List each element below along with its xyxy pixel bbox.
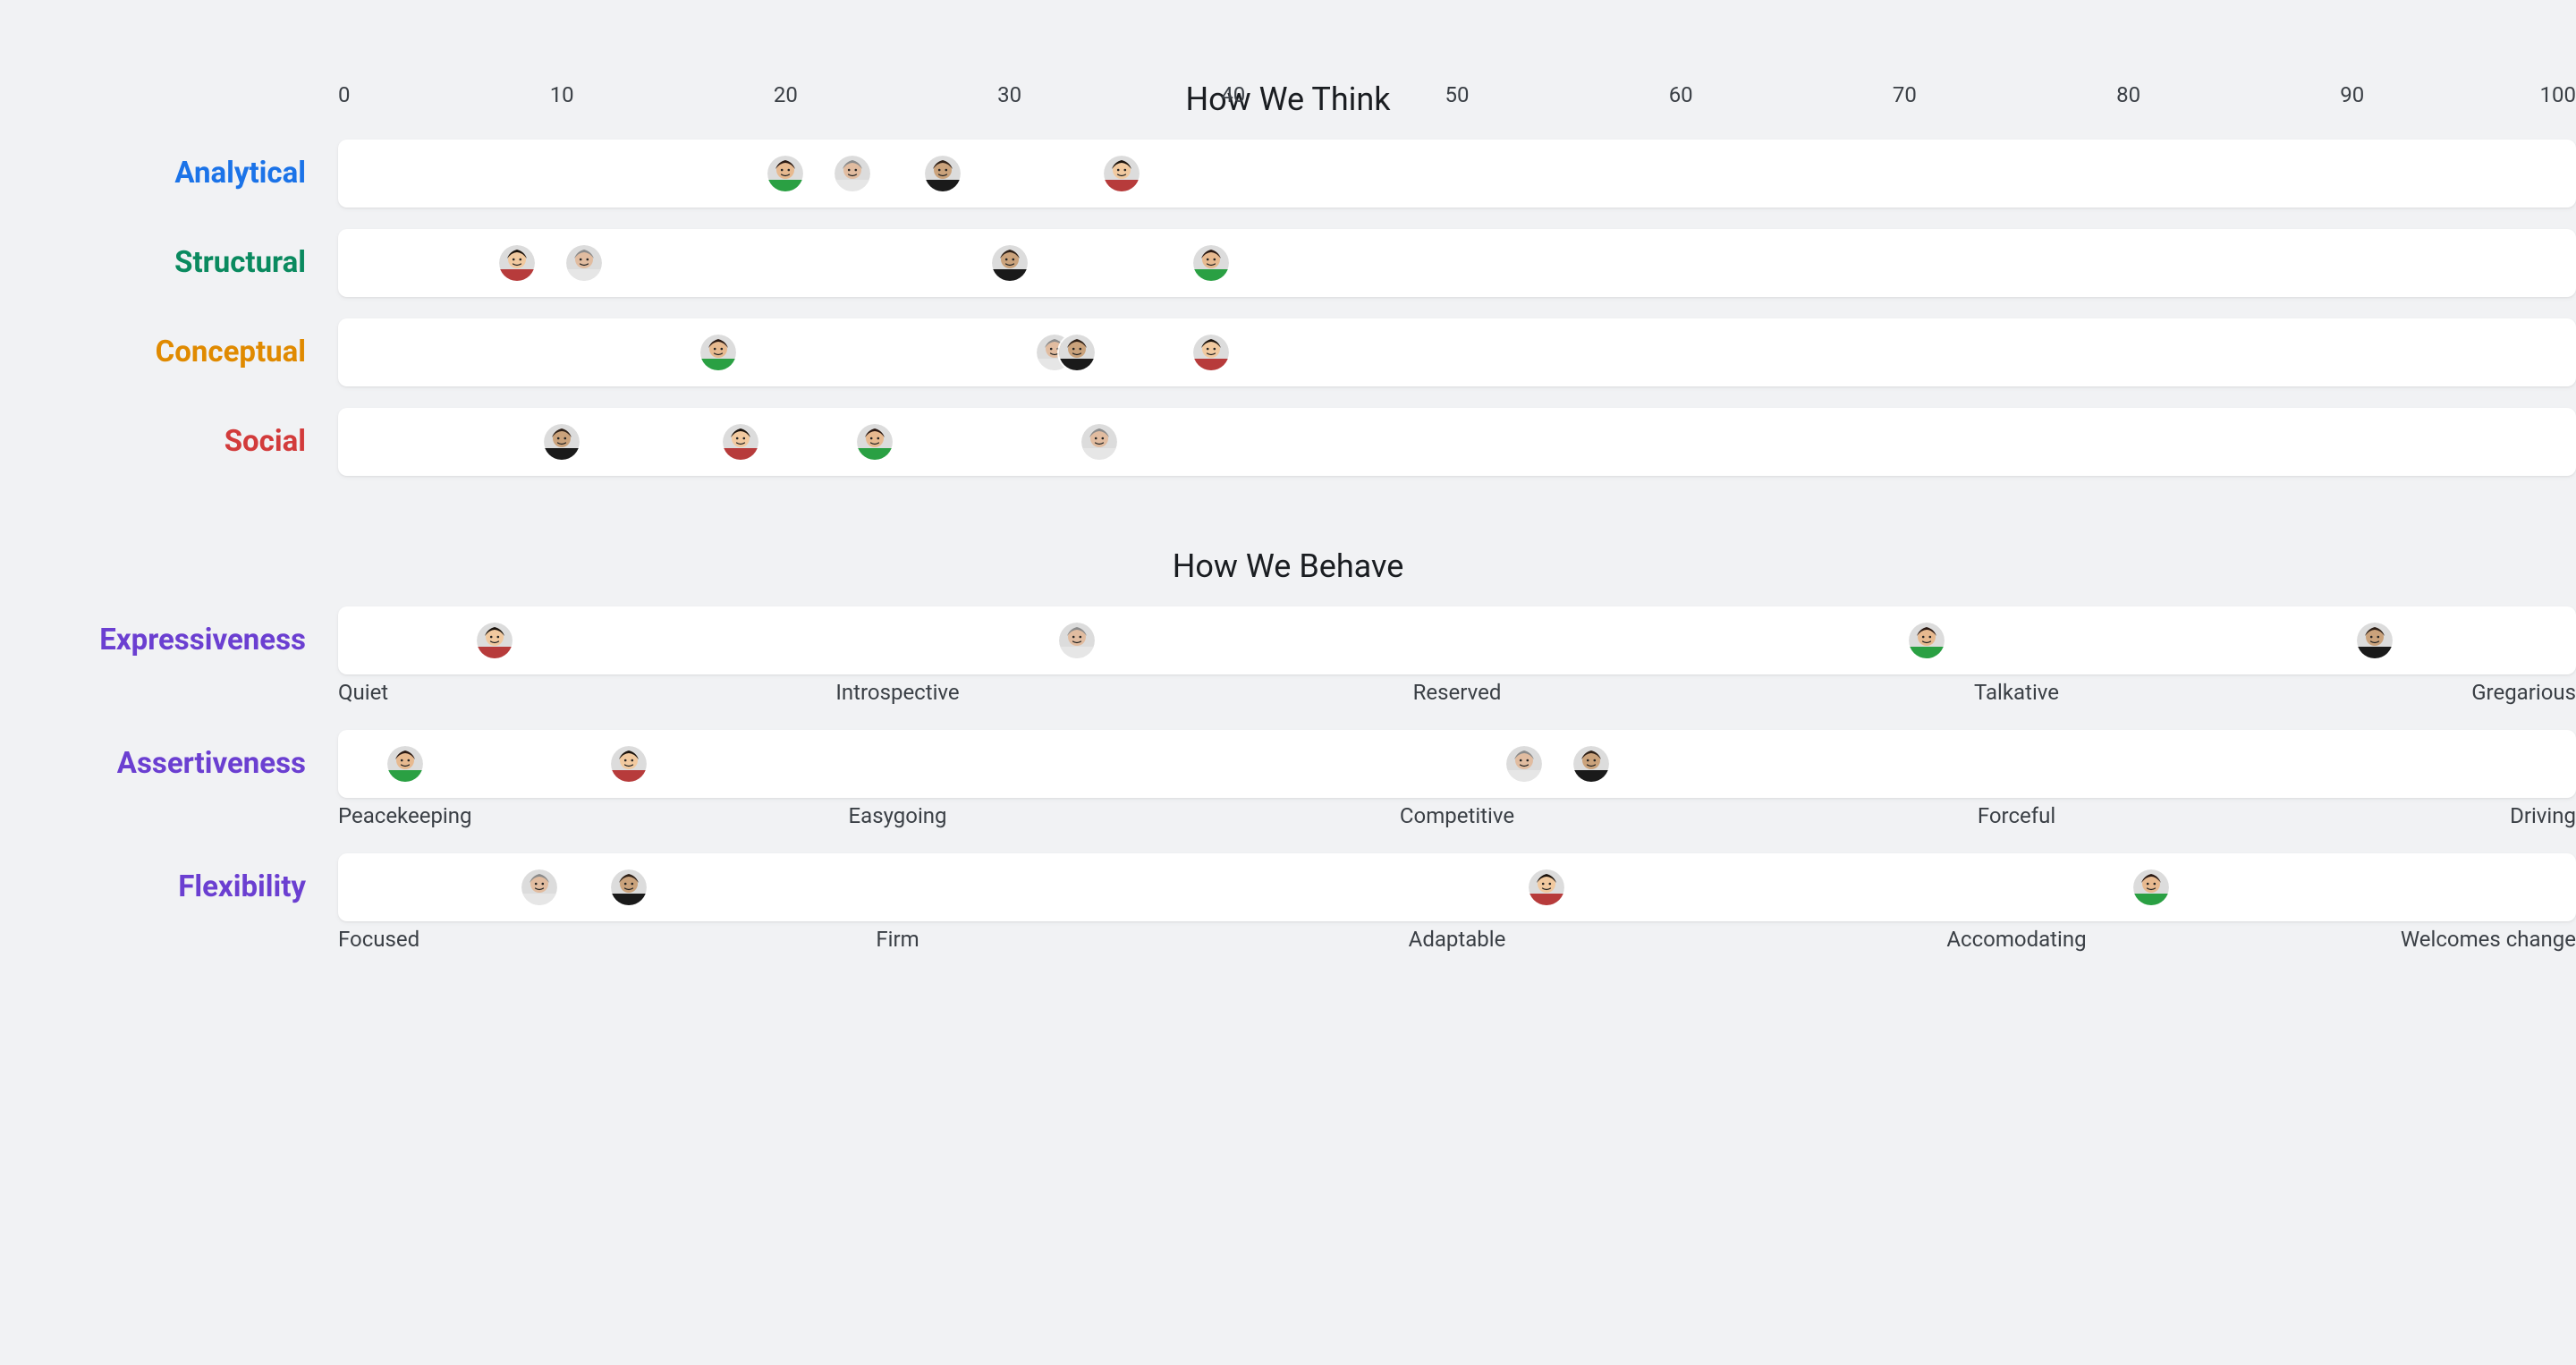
dimension-lane xyxy=(338,606,2576,674)
dimension-row: Structural xyxy=(0,229,2576,297)
dimension-lane xyxy=(338,730,2576,798)
anchor-label: Gregarious xyxy=(2471,680,2576,705)
avatar[interactable] xyxy=(992,245,1028,281)
anchor-label: Reserved xyxy=(1413,680,1502,705)
axis-tick: 50 xyxy=(1445,82,1470,107)
axis-tick: 90 xyxy=(2340,82,2364,107)
avatar[interactable] xyxy=(611,746,647,782)
anchor-label: Welcomes change xyxy=(2401,927,2576,952)
dimension-row: Assertiveness PeacekeepingEasygoingCo xyxy=(0,730,2576,832)
anchor-label: Talkative xyxy=(1974,680,2059,705)
anchor-label: Introspective xyxy=(835,680,959,705)
avatar[interactable] xyxy=(477,623,513,658)
axis-tick: 40 xyxy=(1221,82,1245,107)
avatar[interactable] xyxy=(1909,623,1945,658)
avatar[interactable] xyxy=(1193,245,1229,281)
avatar[interactable] xyxy=(1573,746,1609,782)
anchor-label: Quiet xyxy=(338,680,388,705)
axis-tick: 70 xyxy=(1893,82,1917,107)
avatar[interactable] xyxy=(499,245,535,281)
avatar[interactable] xyxy=(857,424,893,460)
dimension-label: Expressiveness xyxy=(0,606,338,674)
dimension-lane xyxy=(338,408,2576,476)
axis-tick: 20 xyxy=(774,82,798,107)
dimension-label: Structural xyxy=(0,229,338,297)
axis-tick: 100 xyxy=(2540,82,2576,107)
dimension-lane xyxy=(338,318,2576,386)
dimension-row: Analytical xyxy=(0,140,2576,208)
avatar[interactable] xyxy=(925,156,961,191)
anchor-row: Quiet Introspective Reserved Talkative Grega… xyxy=(338,680,2576,708)
avatar[interactable] xyxy=(723,424,758,460)
avatar[interactable] xyxy=(521,869,557,905)
avatar[interactable] xyxy=(1506,746,1542,782)
avatar[interactable] xyxy=(1081,424,1117,460)
axis-tick: 60 xyxy=(1669,82,1693,107)
axis-tick: 0 xyxy=(338,82,351,107)
anchor-label: Adaptable xyxy=(1409,927,1506,952)
anchor-label: Driving xyxy=(2510,803,2576,828)
dimension-lane xyxy=(338,229,2576,297)
avatar[interactable] xyxy=(1529,869,1564,905)
anchor-row: Focused Firm Adaptable Accomodating Welcomes… xyxy=(338,927,2576,955)
dimension-label: Assertiveness xyxy=(0,730,338,798)
avatar[interactable] xyxy=(700,335,736,370)
axis-tick: 80 xyxy=(2116,82,2140,107)
chart-body: How We ThinkAnalytical Structural xyxy=(0,81,2576,955)
avatar[interactable] xyxy=(566,245,602,281)
avatar[interactable] xyxy=(2133,869,2169,905)
dimension-row: Conceptual xyxy=(0,318,2576,386)
anchor-label: Firm xyxy=(876,927,919,952)
avatar[interactable] xyxy=(387,746,423,782)
avatar[interactable] xyxy=(1059,623,1095,658)
avatar[interactable] xyxy=(1104,156,1140,191)
avatar[interactable] xyxy=(1059,335,1095,370)
avatar[interactable] xyxy=(2357,623,2393,658)
anchor-label: Competitive xyxy=(1400,803,1514,828)
axis-tick: 10 xyxy=(550,82,574,107)
anchor-label: Forceful xyxy=(1978,803,2055,828)
dimension-row: Social xyxy=(0,408,2576,476)
axis-ticks: 0 10 20 30 40 50 60 70 80 90 100 xyxy=(338,81,2576,116)
anchor-label: Easygoing xyxy=(848,803,946,828)
avatar[interactable] xyxy=(835,156,870,191)
dimension-label: Conceptual xyxy=(0,318,338,386)
anchor-label: Accomodating xyxy=(1946,927,2086,952)
section-title: How We Behave xyxy=(0,547,2576,585)
axis-tick: 30 xyxy=(997,82,1021,107)
dimension-lane xyxy=(338,140,2576,208)
dimension-label: Flexibility xyxy=(0,853,338,921)
dimension-label: Social xyxy=(0,408,338,476)
dimension-lane xyxy=(338,853,2576,921)
avatar[interactable] xyxy=(767,156,803,191)
avatar[interactable] xyxy=(611,869,647,905)
dimension-row: Expressiveness QuietIntrospectiveRese xyxy=(0,606,2576,708)
avatar[interactable] xyxy=(544,424,580,460)
dimension-row: Flexibility FocusedFirmAdaptableAccom xyxy=(0,853,2576,955)
anchor-row: Peacekeeping Easygoing Competitive Forceful… xyxy=(338,803,2576,832)
dimension-label: Analytical xyxy=(0,140,338,208)
avatar[interactable] xyxy=(1193,335,1229,370)
anchor-label: Peacekeeping xyxy=(338,803,471,828)
anchor-label: Focused xyxy=(338,927,419,952)
